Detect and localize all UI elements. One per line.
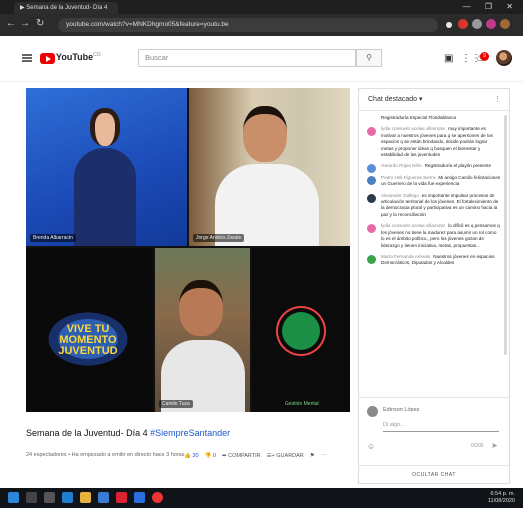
user-name: Edinson López [383,407,420,413]
forward-icon[interactable]: → [20,18,30,29]
reload-icon[interactable]: ↻ [36,18,44,29]
live-chat: Chat destacado ▾ ⋮ Registraduría Especia… [358,88,510,484]
chat-message: lydia consuelo acelas villamizar lo difíc… [359,221,509,252]
edge-icon[interactable] [62,492,73,503]
browser-tab-bar: ▶ Semana de la Juventud- Día 4 — ❐ ✕ [0,0,523,14]
participant-label: Gestión Mental [285,401,319,407]
author-avatar [367,127,376,137]
chat-header[interactable]: Chat destacado ▾ ⋮ [359,89,509,111]
flag-icon[interactable]: ⚑ [310,453,315,459]
video-player[interactable]: Brenda Albarracin Jorge Andrés Zarate VI… [26,88,350,412]
like-button[interactable]: 👍 30 [184,453,199,459]
browser-tab[interactable]: ▶ Semana de la Juventud- Día 4 [14,2,118,14]
share-button[interactable]: ➦ COMPARTIR [222,453,261,459]
video-title: Semana de la Juventud- Día 4 #SiempreSan… [26,428,231,438]
user-avatar [367,406,378,417]
task-view-icon[interactable] [44,492,55,503]
youtube-header: YouTubeCO Buscar ⚲ ▣ ⋮⋮ ♨ 9 [0,36,523,82]
system-clock[interactable]: 6:54 p. m. 11/08/2020 [488,491,515,505]
search-icon[interactable] [26,492,37,503]
back-icon[interactable]: ← [6,18,16,29]
participant-label: Jorge Andrés Zarate [193,234,245,242]
chat-message: lydia consuelo acelas villamizar muy impo… [359,124,509,161]
send-icon[interactable]: ➤ [491,441,498,450]
chat-input[interactable]: Di algo... [383,422,499,432]
chat-message: María Fernanda Arévalo Nuestros jóvenes e… [359,252,509,270]
windows-start-icon[interactable] [8,492,19,503]
avatar[interactable] [496,50,512,66]
extension-icon[interactable] [458,19,468,29]
file-explorer-icon[interactable] [80,492,91,503]
chat-message: Alexander Gallego es importante impulsar … [359,191,509,222]
dislike-button[interactable]: 👎 0 [205,453,216,459]
event-logo-text: VIVE TU MOMENTO JUVENTUD [58,323,118,357]
hide-chat-button[interactable]: OCULTAR CHAT [359,465,509,483]
chat-message: Registraduría Especial Floridablanca [381,115,457,120]
chat-message: Pedro Heli Figueroa Sierra Mi amigo Camil… [359,173,509,191]
author-avatar [367,193,376,203]
store-icon[interactable] [98,492,109,503]
video-pane-mental-health: Gestión Mental [252,248,350,412]
star-icon[interactable] [446,22,452,28]
more-options-icon[interactable]: ⋮ [494,89,501,111]
author-avatar [367,224,376,234]
person-figure [74,148,136,246]
brain-logo-icon [282,312,320,350]
video-actions: 👍 30 👎 0 ➦ COMPARTIR ☰+ GUARDAR ⚑ ⋯ [184,450,326,462]
video-pane-speaker: Jorge Andrés Zarate [189,88,350,246]
author-avatar [367,175,376,185]
video-pane-interpreter: Brenda Albarracin [26,88,187,246]
search-input[interactable]: Buscar [138,49,356,67]
youtube-logo-text[interactable]: YouTubeCO [56,52,101,62]
youtube-logo-icon[interactable] [40,53,55,64]
app-icon[interactable] [134,492,145,503]
extension-icon[interactable] [472,19,482,29]
chat-composer: Edinson López Di algo... ☺ 0/200 ➤ [359,397,509,457]
char-count: 0/200 [471,443,484,449]
chat-scrollbar[interactable] [504,115,507,355]
chat-message: Gerardo Rojas Niño Registraduría el playó… [359,161,509,174]
create-video-icon[interactable]: ▣ [444,53,453,64]
extension-icon[interactable] [486,19,496,29]
emoji-icon[interactable]: ☺ [367,442,375,451]
participant-label: Camilo Tuza [159,400,193,408]
profile-icon[interactable] [500,19,510,29]
chrome-icon[interactable] [152,492,163,503]
video-pane-guest: Camilo Tuza [155,248,250,412]
address-bar[interactable]: youtube.com/watch?v=MNKDhgmo05&feature=y… [58,18,438,32]
windows-taskbar: 6:54 p. m. 11/08/2020 [0,488,523,508]
author-avatar [367,254,376,264]
video-meta: 24 espectadores • Ha empezado a emitir e… [26,452,185,458]
chevron-down-icon[interactable]: ▾ [419,96,423,103]
window-controls[interactable]: — ❐ ✕ [463,2,519,11]
person-head [179,280,223,336]
more-icon[interactable]: ⋯ [321,453,327,459]
save-button[interactable]: ☰+ GUARDAR [267,453,304,459]
video-pane-logo: VIVE TU MOMENTO JUVENTUD [26,248,153,412]
chat-message-list[interactable]: Registraduría Especial Floridablanca lyd… [359,113,509,389]
search-button[interactable]: ⚲ [356,49,382,67]
notification-badge: 9 [480,52,489,61]
person-head [243,106,287,162]
participant-label: Brenda Albarracin [30,234,76,242]
screen: ▶ Semana de la Juventud- Día 4 — ❐ ✕ ← →… [0,0,523,508]
person-head [90,108,120,146]
browser-toolbar: ← → ↻ youtube.com/watch?v=MNKDhgmo05&fea… [0,14,523,36]
menu-icon[interactable] [22,54,32,62]
hashtag-link[interactable]: #SiempreSantander [150,428,230,438]
app-icon[interactable] [116,492,127,503]
